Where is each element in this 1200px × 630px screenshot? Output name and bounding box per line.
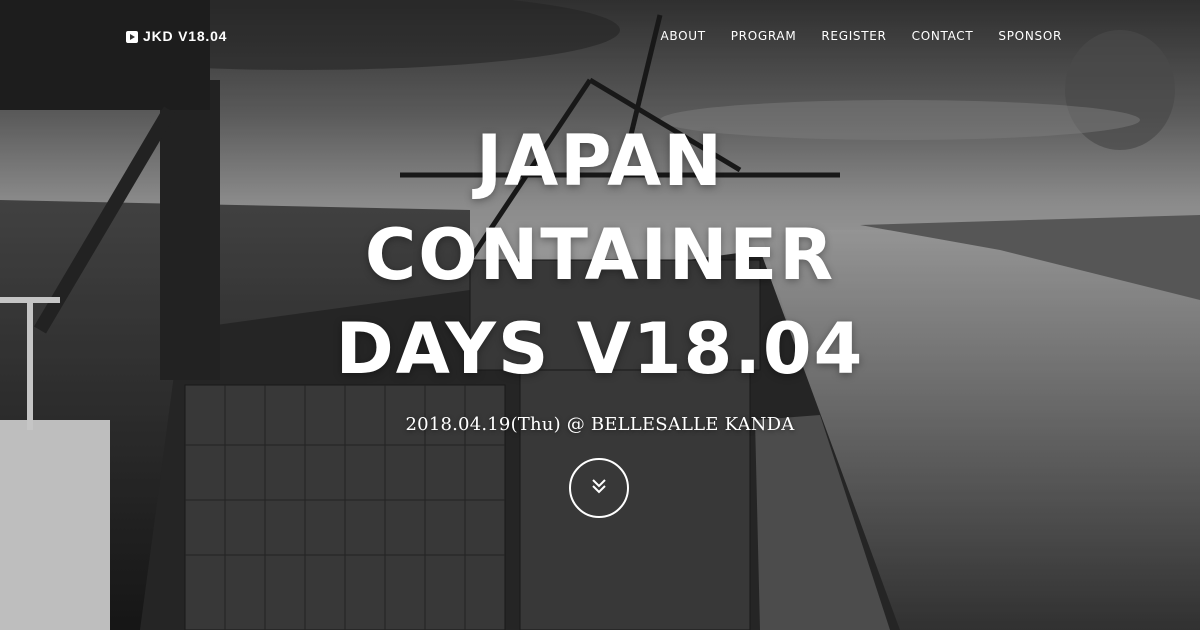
nav-item-register[interactable]: REGISTER [821, 29, 886, 43]
event-date-venue: 2018.04.19(Thu) @ BELLESALLE KANDA [405, 414, 795, 435]
nav-item-about[interactable]: ABOUT [660, 29, 705, 43]
play-circle-icon [126, 30, 138, 43]
nav-item-program[interactable]: PROGRAM [731, 29, 797, 43]
title-line-1: JAPAN [476, 120, 724, 202]
nav-item-contact[interactable]: CONTACT [912, 29, 974, 43]
title-line-3: DAYS V18.04 [335, 308, 865, 390]
nav-item-sponsor[interactable]: SPONSOR [998, 29, 1062, 43]
navbar: JKD V18.04 ABOUT PROGRAM REGISTER CONTAC… [0, 0, 1200, 74]
scroll-down-button[interactable] [569, 458, 629, 518]
page-title: JAPAN CONTAINER DAYS V18.04 [0, 114, 1200, 396]
brand-link[interactable]: JKD V18.04 [126, 28, 227, 44]
main-nav: ABOUT PROGRAM REGISTER CONTACT SPONSOR [660, 29, 1062, 43]
brand-label: JKD V18.04 [143, 28, 228, 44]
title-line-2: CONTAINER [364, 214, 836, 296]
double-chevron-down-icon [588, 475, 610, 502]
